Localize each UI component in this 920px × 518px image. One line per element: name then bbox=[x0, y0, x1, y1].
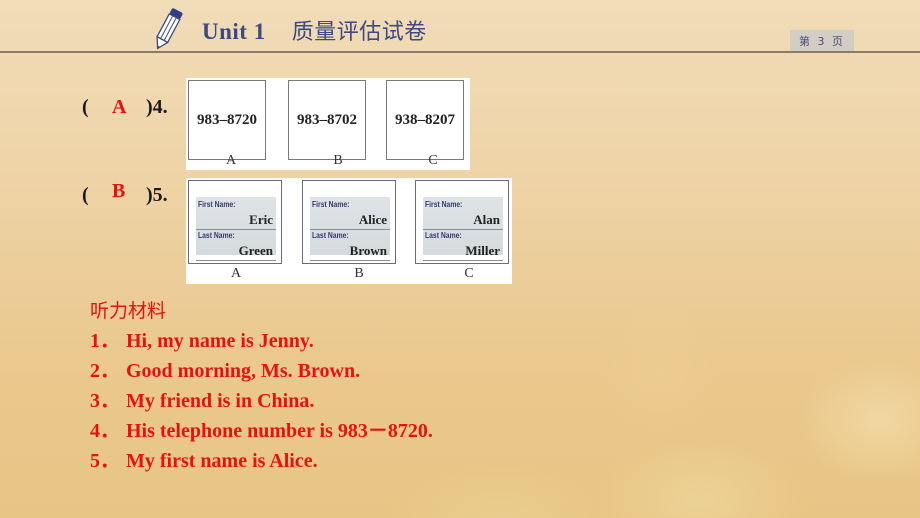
name-card-a: First Name: Eric Last Name: Green bbox=[188, 180, 282, 264]
pencil-icon bbox=[156, 8, 183, 50]
phone-card-a: 983–8720 bbox=[188, 80, 266, 160]
first-name-value: Eric bbox=[249, 212, 273, 227]
unit-label: Unit 1 bbox=[202, 19, 266, 44]
question-4-figure: 983–8720 983–8702 938–8207 A B C bbox=[186, 78, 470, 170]
last-name-label: Last Name: bbox=[312, 231, 349, 240]
name-card-b: First Name: Alice Last Name: Brown bbox=[302, 180, 396, 264]
first-name-label: First Name: bbox=[425, 200, 463, 209]
first-name-value: Alan bbox=[473, 212, 500, 227]
option-label-b: B bbox=[354, 266, 364, 281]
page-number-badge: 第 3 页 bbox=[790, 30, 854, 51]
option-label-c: C bbox=[464, 266, 474, 281]
option-label-a: A bbox=[225, 153, 237, 168]
slide-header: Unit 1 质量评估试卷 第 3 页 bbox=[0, 0, 920, 53]
first-name-label: First Name: bbox=[198, 200, 236, 209]
script-line: 3． My friend is in China. bbox=[90, 390, 315, 412]
script-line: 5． My first name is Alice. bbox=[90, 450, 318, 472]
last-name-label: Last Name: bbox=[198, 231, 235, 240]
answer-5: B bbox=[112, 180, 126, 202]
header-divider bbox=[0, 51, 920, 53]
answer-4: A bbox=[112, 96, 127, 118]
question-4: ( A )4. bbox=[82, 96, 168, 119]
listening-script: 听力材料 1． Hi, my name is Jenny. 2． Good morn… bbox=[90, 296, 433, 476]
page-title: Unit 1 质量评估试卷 bbox=[202, 14, 427, 46]
option-label-a: A bbox=[230, 266, 242, 281]
last-name-value: Miller bbox=[465, 243, 500, 258]
paren-open: ( bbox=[82, 184, 89, 206]
first-name-value: Alice bbox=[358, 212, 387, 227]
script-line: 2． Good morning, Ms. Brown. bbox=[90, 360, 361, 382]
last-name-label: Last Name: bbox=[425, 231, 462, 240]
name-card-c: First Name: Alan Last Name: Miller bbox=[415, 180, 509, 264]
option-label-c: C bbox=[428, 153, 438, 168]
option-label-b: B bbox=[333, 153, 343, 168]
last-name-value: Green bbox=[238, 243, 273, 258]
first-name-label: First Name: bbox=[312, 200, 350, 209]
question-5-figure: First Name: Eric Last Name: Green First … bbox=[186, 178, 512, 284]
script-title: 听力材料 bbox=[90, 300, 167, 322]
title-cn: 质量评估试卷 bbox=[291, 20, 427, 45]
question-number: )4. bbox=[146, 96, 168, 118]
last-name-value: Brown bbox=[349, 243, 387, 258]
phone-card-b: 983–8702 bbox=[288, 80, 366, 160]
paren-open: ( bbox=[82, 96, 89, 118]
question-number: )5. bbox=[146, 184, 168, 206]
script-line: 4． His telephone number is 983－8720. bbox=[90, 420, 433, 442]
phone-card-c: 938–8207 bbox=[386, 80, 464, 160]
script-line: 1． Hi, my name is Jenny. bbox=[90, 330, 314, 352]
question-5: ( B )5. bbox=[82, 180, 168, 207]
